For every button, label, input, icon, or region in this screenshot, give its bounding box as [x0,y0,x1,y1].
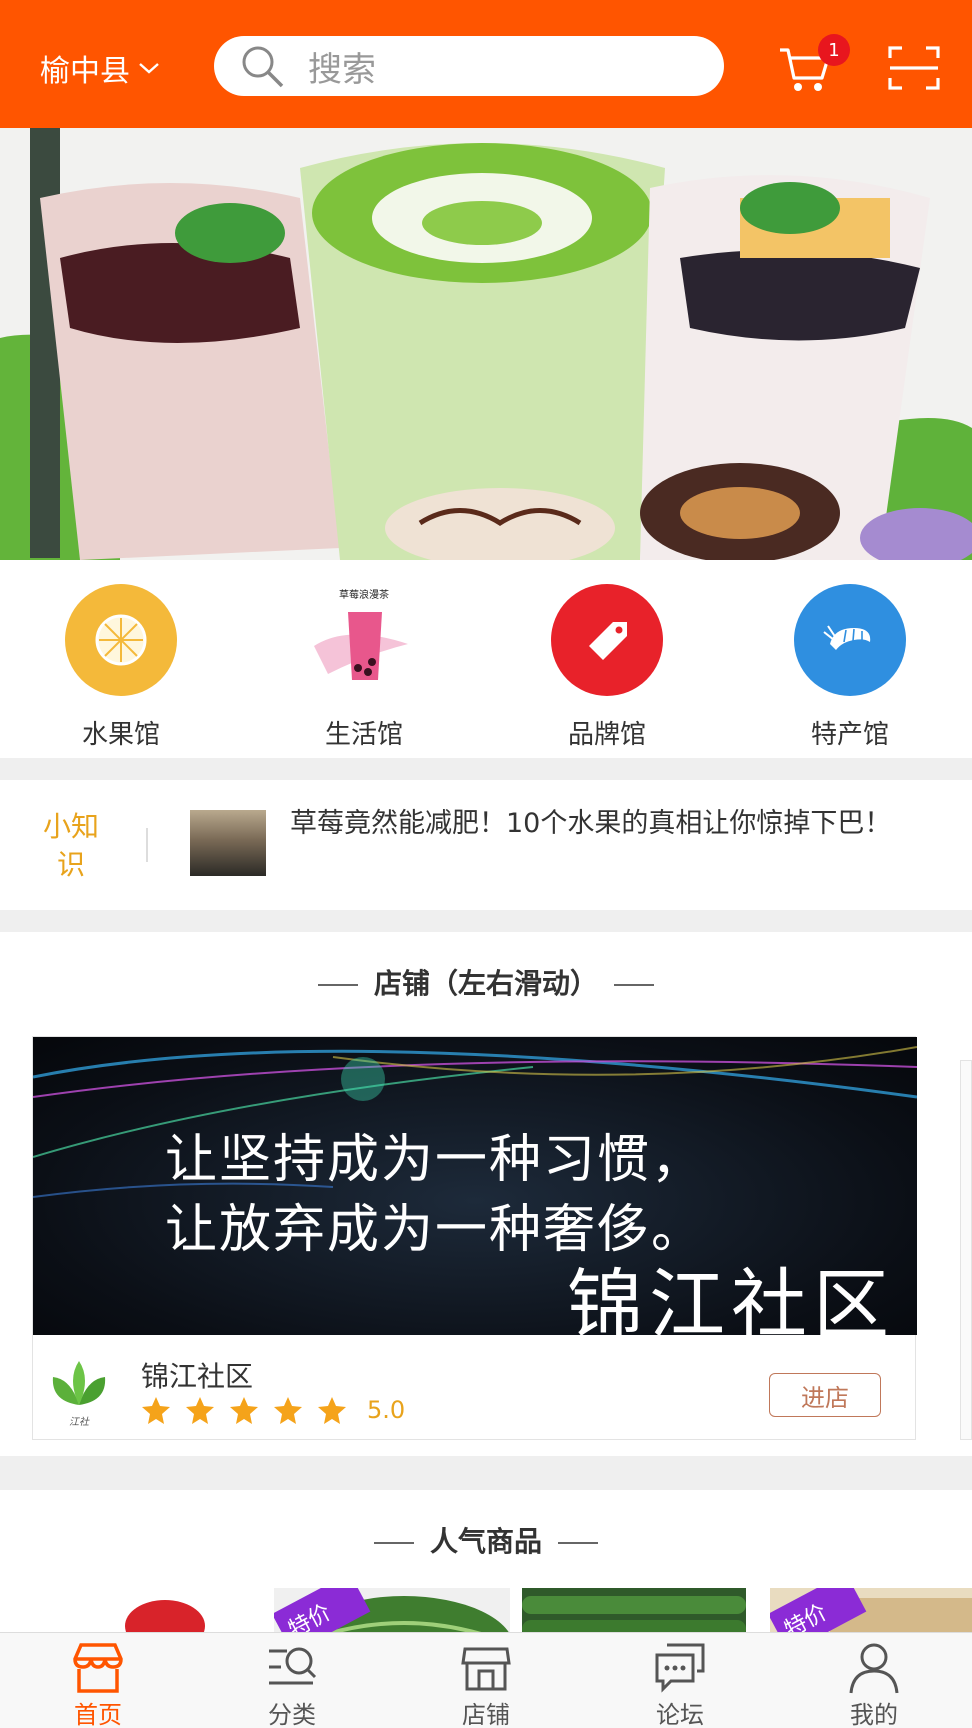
bubble-tea-caption: 草莓浪漫茶 [339,588,389,601]
store-logo-caption: 江社 [69,1416,90,1428]
bubble-tea-icon: 草莓浪漫茶 [308,584,420,696]
title-dash [317,984,358,986]
tab-forum[interactable]: 论坛 [620,1639,740,1728]
knowledge-thumbnail [190,810,266,876]
popular-title-text: 人气商品 [429,1525,542,1558]
category-label: 品牌馆 [567,720,646,750]
category-brand[interactable]: 品牌馆 [527,584,687,751]
category-search-icon [269,1647,317,1685]
shop-icon [461,1647,511,1691]
popular-products-row: 特价 特价 [0,1580,972,1632]
forum-chat-icon [655,1643,705,1693]
category-specialty[interactable]: 特产馆 [770,584,930,751]
star-icon [186,1397,214,1424]
tab-label: 首页 [74,1701,122,1728]
store-banner: 让坚持成为一种习惯， 让放弃成为一种奢侈。 锦江社区 [33,1037,917,1335]
title-dash [373,1542,414,1544]
tag-icon [551,584,663,696]
product-apple-image [125,1600,205,1632]
tab-label: 分类 [268,1701,316,1728]
star-icon [274,1397,302,1424]
tab-shops[interactable]: 店铺 [426,1639,546,1728]
stores-title-text: 店铺（左右滑动） [373,967,598,1000]
title-dash [614,984,654,986]
tab-home[interactable]: 首页 [38,1639,158,1728]
tab-label: 店铺 [462,1701,510,1728]
title-dash [558,1542,598,1544]
search-icon [242,46,284,88]
category-label: 水果馆 [81,720,160,750]
tab-category[interactable]: 分类 [232,1639,352,1728]
store-banner-line1: 让坚持成为一种习惯， [165,1130,706,1190]
search-placeholder: 搜索 [308,49,376,90]
store-rating: 5.0 [141,1395,405,1425]
category-label: 生活馆 [324,720,403,750]
star-icon [318,1397,346,1424]
category-label: 特产馆 [810,720,889,750]
location-label: 榆中县 [40,54,130,89]
product-card[interactable] [522,1588,746,1632]
popular-section-title: 人气商品 [0,1520,972,1560]
section-divider [0,1456,972,1490]
bottom-tab-bar: 首页 分类 店铺 论坛 我的 [0,1632,972,1728]
product-card[interactable] [0,1588,260,1632]
scan-icon[interactable] [888,44,940,92]
home-store-icon [73,1643,123,1693]
store-rating-score: 5.0 [367,1396,406,1424]
lemon-icon [65,584,177,696]
tab-me[interactable]: 我的 [814,1639,934,1728]
shrimp-icon [794,584,906,696]
product-cucumber-image [522,1596,746,1632]
tab-label: 论坛 [656,1701,704,1728]
store-banner-name: 锦江社区 [567,1260,895,1335]
knowledge-ticker[interactable]: 小知识 草莓竟然能减肥！10个水果的真相让你惊掉下巴！ [0,780,972,910]
product-card[interactable]: 特价 [274,1588,510,1632]
promo-banner[interactable] [0,128,972,560]
category-fruit[interactable]: 水果馆 [41,584,201,751]
category-grid: 水果馆 草莓浪漫茶 生活馆 品牌馆 特产馆 [0,560,972,758]
star-icon [142,1397,170,1424]
user-icon [849,1643,899,1694]
product-card[interactable]: 特价 [770,1588,972,1632]
next-store-card-peek[interactable] [960,1060,972,1440]
enter-store-button[interactable]: 进店 [769,1373,881,1417]
store-card[interactable]: 让坚持成为一种习惯， 让放弃成为一种奢侈。 锦江社区 江社 锦江社区 5.0 进… [32,1036,917,1440]
banner-drinks-image [0,128,972,560]
stores-section-title: 店铺（左右滑动） [0,962,972,1002]
category-life[interactable]: 草莓浪漫茶 生活馆 [284,584,444,751]
star-icon [230,1397,258,1424]
chevron-down-icon [139,63,159,74]
top-header: 榆中县 搜索 1 [0,0,972,128]
section-divider [0,758,972,780]
knowledge-separator [146,828,148,862]
store-logo: 江社 [52,1361,106,1428]
location-selector[interactable]: 榆中县 [40,46,160,90]
cart-button[interactable]: 1 [778,34,850,94]
cart-badge: 1 [818,34,850,66]
knowledge-tag: 小知识 [42,810,99,881]
store-name: 锦江社区 [141,1360,254,1393]
knowledge-headline[interactable]: 草莓竟然能减肥！10个水果的真相让你惊掉下巴！ [290,806,930,842]
search-bar[interactable]: 搜索 [214,36,724,96]
tab-label: 我的 [850,1701,898,1728]
section-divider [0,910,972,932]
